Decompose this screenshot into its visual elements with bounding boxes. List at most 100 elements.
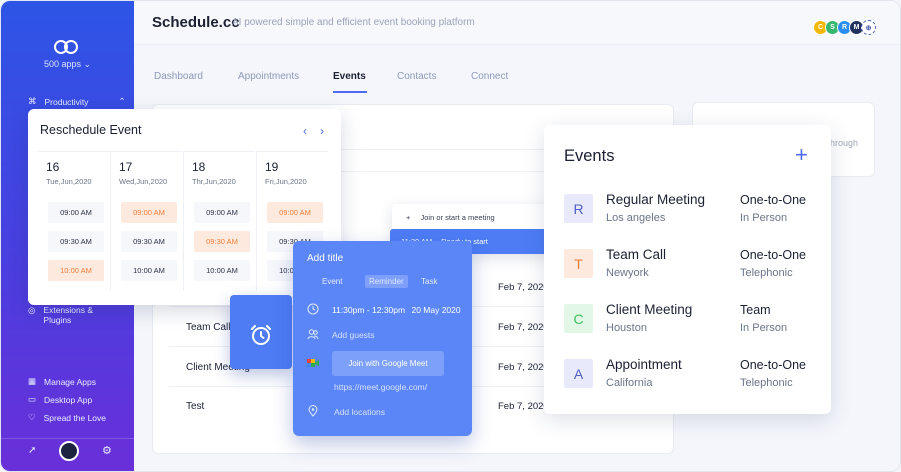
time-slot[interactable]: 09:30 AM (121, 231, 177, 252)
day-column: 18 Thr,Jun,2020 09:00 AM 09:30 AM 10:00 … (183, 151, 255, 291)
add-event-button[interactable]: + (795, 142, 808, 168)
event-title: Client Meeting (606, 302, 693, 317)
next-arrow-icon[interactable]: › (320, 124, 324, 138)
segment-reminder[interactable]: Reminder (365, 275, 408, 288)
time-slot[interactable]: 10:00 AM (48, 260, 104, 281)
monitor-icon: ▭ (28, 394, 37, 404)
gear-icon[interactable]: ⚙ (102, 444, 112, 457)
event-badge: R (564, 194, 593, 223)
rocket-icon[interactable]: ➚ (28, 445, 36, 456)
header: Schedule.cc AI powered simple and effici… (134, 1, 900, 45)
menu-item-label: Join or start a meeting (420, 213, 495, 222)
prev-arrow-icon[interactable]: ‹ (303, 124, 307, 138)
sidebar-item-label: Extensions & Plugins (43, 305, 94, 325)
event-badge: T (564, 249, 593, 278)
event-location: Los angeles (606, 212, 666, 224)
event-title: Appointment (606, 357, 682, 372)
event-type: One-to-One (740, 248, 807, 262)
team-avatars[interactable]: C S R M ⊕ (813, 20, 876, 35)
events-card: Events + R Regular Meeting Los angeles O… (544, 125, 831, 414)
time-slot[interactable]: 09:00 AM (194, 202, 250, 223)
day-number: 16 (46, 160, 60, 174)
add-event-card: Add title Event Reminder Task 11:30pm - … (293, 241, 472, 436)
apps-label: 500 apps (43, 59, 81, 69)
event-title-input[interactable]: Add title (307, 253, 343, 264)
row-date: Feb 7, 2020 (498, 362, 549, 373)
event-date: 20 May 2020 (411, 305, 461, 315)
apps-switcher[interactable]: 500 apps ⌄ (1, 59, 134, 70)
sidebar-item-extensions[interactable]: ◎ Extensions & Plugins (28, 305, 103, 325)
location-pin-icon (308, 405, 318, 417)
add-guests[interactable]: Add guests (332, 330, 375, 340)
clock-icon (307, 303, 319, 315)
time-slot[interactable]: 10:00 AM (194, 260, 250, 281)
side-card-text: hrough (830, 138, 859, 148)
day-label: Wed,Jun,2020 (119, 177, 168, 186)
time-slot[interactable]: 09:00 AM (267, 202, 323, 223)
brand-name: Schedule.cc (152, 14, 240, 31)
time-slot[interactable]: 09:00 AM (121, 202, 177, 223)
sidebar-item-desktop-app[interactable]: ▭ Desktop App (28, 394, 92, 405)
grid-icon: ▦ (28, 376, 37, 386)
sidebar-item-manage-apps[interactable]: ▦ Manage Apps (28, 376, 96, 387)
add-user-icon[interactable]: ⊕ (861, 20, 876, 35)
plugin-icon: ◎ (28, 305, 36, 315)
google-meet-icon (307, 359, 319, 367)
event-badge: C (564, 304, 593, 333)
logo-icon (54, 40, 78, 54)
alarm-tile[interactable] (230, 295, 292, 369)
event-type: One-to-One (740, 358, 807, 372)
tagline: AI powered simple and efficient event bo… (232, 17, 475, 28)
row-date: Feb 7, 2020 (498, 282, 549, 293)
command-icon: ⌘ (28, 96, 37, 106)
event-location: Houston (606, 322, 647, 334)
menu-item-join[interactable]: + Join or start a meeting (406, 213, 495, 222)
day-number: 19 (265, 160, 279, 174)
alarm-clock-icon (251, 325, 271, 345)
event-mode: In Person (740, 212, 788, 224)
chevron-up-icon: ⌃ (118, 96, 126, 106)
plus-icon: + (406, 213, 411, 222)
sidebar-section-label: Productivity (44, 96, 89, 107)
tab-underline (333, 91, 367, 93)
reschedule-title: Reschedule Event (40, 123, 142, 137)
tab-connect[interactable]: Connect (471, 71, 508, 82)
tab-dashboard[interactable]: Dashboard (154, 71, 203, 82)
time-slot[interactable]: 09:00 AM (48, 202, 104, 223)
time-slot[interactable]: 10:00 AM (121, 260, 177, 281)
sidebar-item-spread-love[interactable]: ♡ Spread the Love (28, 412, 106, 423)
events-title: Events (564, 147, 615, 165)
event-type: Team (740, 303, 771, 317)
meet-url[interactable]: https://meet.google.com/ (334, 382, 427, 392)
app-window: 500 apps ⌄ ⌘ Productivity ⌃ ◎ Extensions… (0, 0, 901, 472)
join-google-meet-button[interactable]: Join with Google Meet (332, 351, 444, 376)
event-mode: Telephonic (740, 377, 793, 389)
sidebar-item-label: Spread the Love (43, 412, 107, 423)
event-location: Newyork (606, 267, 649, 279)
tab-contacts[interactable]: Contacts (397, 71, 436, 82)
day-column: 17 Wed,Jun,2020 09:00 AM 09:30 AM 10:00 … (110, 151, 182, 291)
row-name: Test (186, 401, 205, 412)
tab-appointments[interactable]: Appointments (238, 71, 299, 82)
add-locations[interactable]: Add locations (334, 407, 385, 417)
time-slot[interactable]: 09:30 AM (48, 231, 104, 252)
sidebar-section-productivity[interactable]: ⌘ Productivity ⌃ (28, 96, 126, 107)
day-number: 18 (192, 160, 206, 174)
guests-icon (307, 329, 319, 340)
day-label: Tue,Jun,2020 (46, 177, 92, 186)
avatar[interactable] (59, 441, 79, 461)
event-mode: Telephonic (740, 267, 793, 279)
event-location: California (606, 377, 653, 389)
time-slot[interactable]: 09:30 AM (194, 231, 250, 252)
event-badge: A (564, 359, 593, 388)
event-time[interactable]: 11:30pm - 12:30pm 20 May 2020 (332, 305, 461, 315)
tab-events[interactable]: Events (333, 71, 366, 82)
event-title: Team Call (606, 247, 667, 262)
chevron-down-icon: ⌄ (83, 59, 92, 69)
sidebar-item-label: Desktop App (44, 394, 93, 405)
sidebar-item-label: Manage Apps (44, 376, 97, 387)
segment-task[interactable]: Task (421, 277, 437, 286)
heart-icon: ♡ (28, 412, 36, 422)
day-number: 17 (119, 160, 133, 174)
segment-event[interactable]: Event (322, 277, 342, 286)
